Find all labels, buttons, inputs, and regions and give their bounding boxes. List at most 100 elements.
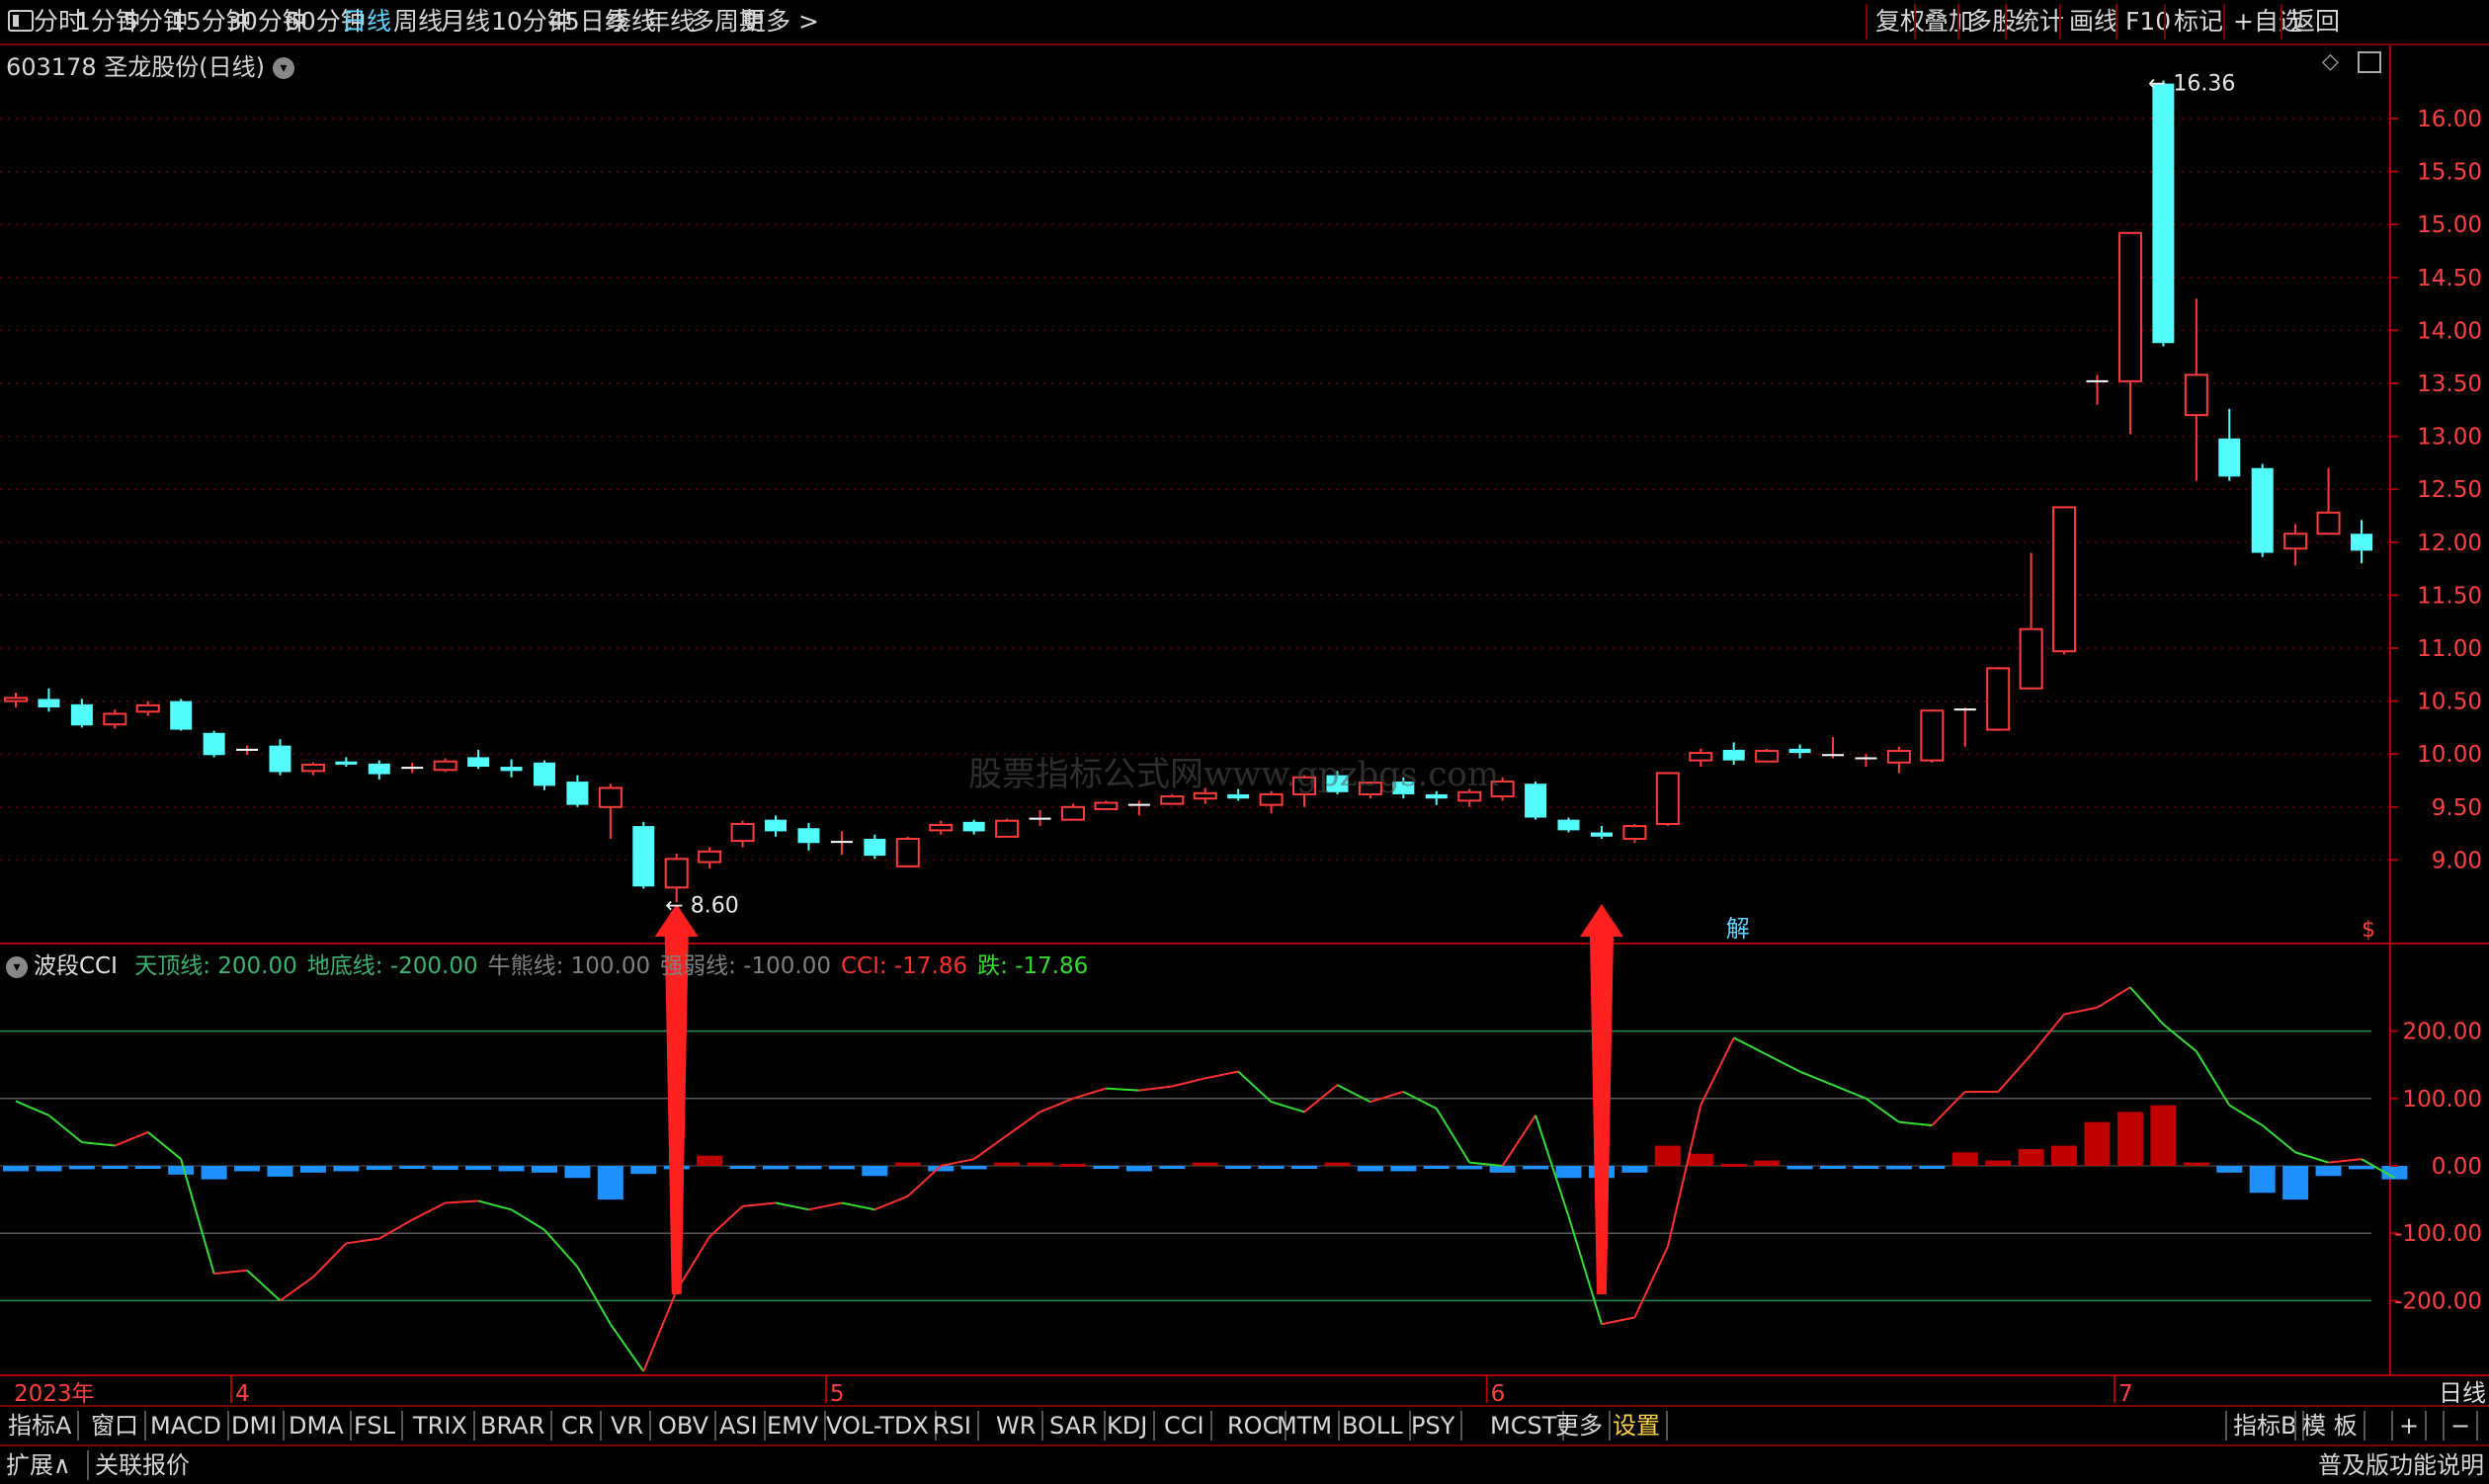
candle[interactable] xyxy=(1655,772,1680,827)
toolbar-button[interactable]: 标记 xyxy=(2164,4,2231,40)
candle[interactable] xyxy=(1689,748,1713,768)
candle[interactable] xyxy=(2184,298,2208,481)
indicator-tab[interactable]: 更多 xyxy=(1549,1411,1611,1441)
candle[interactable] xyxy=(103,709,127,729)
window-toggle-icon[interactable] xyxy=(8,10,34,32)
candle[interactable] xyxy=(1822,737,1845,759)
candle[interactable] xyxy=(765,815,788,837)
candle[interactable] xyxy=(300,762,325,776)
candle[interactable] xyxy=(2052,506,2077,655)
candle[interactable] xyxy=(433,758,457,773)
candle[interactable] xyxy=(1920,709,1945,763)
indicator-tab[interactable]: CCI xyxy=(1158,1411,1212,1441)
toolbar-button[interactable]: 返回 xyxy=(2281,4,2348,40)
candle[interactable] xyxy=(1525,782,1547,820)
indicator-tab[interactable]: 指标A xyxy=(2,1411,80,1441)
indicator-tab[interactable]: DMA xyxy=(283,1411,352,1441)
candle[interactable] xyxy=(797,822,820,851)
period-tab[interactable]: 年线 xyxy=(645,6,695,38)
candle[interactable] xyxy=(1127,800,1150,816)
indicator-tab[interactable]: WR xyxy=(990,1411,1044,1441)
candle[interactable] xyxy=(269,739,291,776)
indicator-tab[interactable]: BRAR xyxy=(474,1411,553,1441)
panel-toggle-icon[interactable] xyxy=(2358,51,2381,73)
related-quotes-button[interactable]: 关联报价 xyxy=(87,1450,190,1480)
candle[interactable] xyxy=(995,818,1020,838)
help-link[interactable]: 普及版功能说明 xyxy=(2318,1450,2484,1480)
candle[interactable] xyxy=(1622,823,1647,844)
indicator-tab[interactable]: RSI xyxy=(927,1411,979,1441)
candle[interactable] xyxy=(1788,744,1811,759)
candle[interactable] xyxy=(70,699,93,728)
indicator-tab-right[interactable]: 模 板 xyxy=(2294,1411,2365,1441)
candle[interactable] xyxy=(1160,793,1185,805)
indicator-tab-right[interactable]: + xyxy=(2391,1411,2428,1441)
expand-button[interactable]: 扩展∧ xyxy=(6,1450,71,1480)
candle[interactable] xyxy=(38,688,60,712)
candle[interactable] xyxy=(2351,520,2372,564)
indicator-tab[interactable]: FSL xyxy=(348,1411,403,1441)
indicator-tab[interactable]: 设置 xyxy=(1607,1411,1668,1441)
indicator-tab[interactable]: SAR xyxy=(1043,1411,1106,1441)
candle[interactable] xyxy=(1855,754,1877,768)
candle[interactable] xyxy=(598,783,622,839)
candle[interactable] xyxy=(1060,803,1085,821)
candle[interactable] xyxy=(698,847,722,868)
stock-chart[interactable]: 9.00 9.50 10.00 10.50 11.00 11.50 12.00 12.50 13… xyxy=(0,0,2489,1483)
candle[interactable] xyxy=(2251,463,2274,557)
indicator-tab-right[interactable]: − xyxy=(2443,1411,2479,1441)
indicator-tab[interactable]: EMV xyxy=(761,1411,827,1441)
candle[interactable] xyxy=(1029,810,1051,827)
candle[interactable] xyxy=(2316,467,2341,536)
candle[interactable] xyxy=(830,831,853,856)
candle[interactable] xyxy=(929,820,954,835)
indicator-tab[interactable]: DMI xyxy=(225,1411,286,1441)
indicator-tab[interactable]: 窗口 xyxy=(85,1411,146,1441)
candle[interactable] xyxy=(1590,826,1613,839)
period-tab[interactable]: 周线 xyxy=(393,6,443,38)
indicator-tab[interactable]: KDJ xyxy=(1101,1411,1156,1441)
indicator-tab[interactable]: CR xyxy=(555,1411,603,1441)
candle[interactable] xyxy=(2152,80,2175,347)
candle[interactable] xyxy=(1986,667,2011,731)
candle[interactable] xyxy=(2019,552,2043,690)
candle[interactable] xyxy=(730,820,755,848)
candle[interactable] xyxy=(1886,746,1911,774)
candle[interactable] xyxy=(566,775,589,807)
candle[interactable] xyxy=(895,836,920,867)
dropdown-icon[interactable]: ▾ xyxy=(272,57,294,79)
candle[interactable] xyxy=(1755,748,1780,763)
period-tab[interactable]: 月线 xyxy=(441,6,490,38)
indicator-tab[interactable]: VOL-TDX xyxy=(820,1411,937,1441)
candle[interactable] xyxy=(864,834,886,860)
indicator-menu-icon[interactable]: ▾ xyxy=(6,955,28,978)
indicator-tab[interactable]: OBV xyxy=(652,1411,717,1441)
indicator-tab[interactable]: MACD xyxy=(144,1411,229,1441)
indicator-tab[interactable]: TRIX xyxy=(407,1411,475,1441)
candle[interactable] xyxy=(170,699,193,731)
period-tab[interactable]: 日线 xyxy=(342,6,391,38)
candle[interactable] xyxy=(4,693,28,708)
candle[interactable] xyxy=(500,759,523,778)
candle[interactable] xyxy=(1557,817,1580,833)
candle[interactable] xyxy=(533,760,555,790)
diamond-icon[interactable]: ◇ xyxy=(2322,49,2339,74)
candle[interactable] xyxy=(632,821,655,889)
candle[interactable] xyxy=(135,701,160,716)
period-tab[interactable]: 更多 > xyxy=(741,6,819,38)
candle[interactable] xyxy=(203,730,225,758)
candle[interactable] xyxy=(1722,742,1745,765)
indicator-tab[interactable]: BOLL xyxy=(1336,1411,1411,1441)
indicator-tab[interactable]: PSY xyxy=(1405,1411,1463,1441)
candle[interactable] xyxy=(2086,374,2109,405)
indicator-tab-right[interactable]: 指标B xyxy=(2225,1411,2305,1441)
candle[interactable] xyxy=(401,762,424,774)
candle[interactable] xyxy=(962,819,985,835)
candle[interactable] xyxy=(1094,800,1119,811)
candle[interactable] xyxy=(467,749,490,770)
indicator-tab[interactable]: MTM xyxy=(1271,1411,1341,1441)
indicator-tab[interactable]: VR xyxy=(605,1411,652,1441)
candle[interactable] xyxy=(368,760,390,780)
candle[interactable] xyxy=(2117,231,2142,435)
candle[interactable] xyxy=(335,757,358,768)
